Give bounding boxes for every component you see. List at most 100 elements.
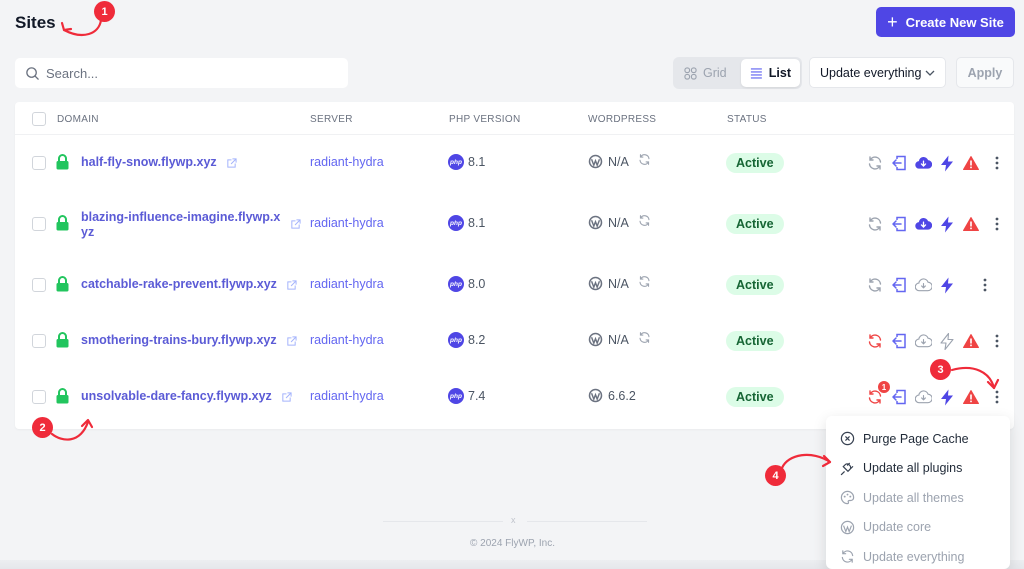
select-all-checkbox[interactable]	[32, 112, 46, 126]
magic-login-icon[interactable]	[890, 332, 908, 350]
more-actions-icon[interactable]	[990, 388, 1004, 406]
menu-item-purge-page-cache[interactable]: Purge Page Cache	[826, 424, 1010, 454]
row-checkbox[interactable]	[32, 334, 46, 348]
refresh-wp-version-icon[interactable]	[638, 275, 651, 288]
backup-cloud-icon[interactable]	[914, 215, 932, 233]
cache-bolt-icon[interactable]	[938, 154, 956, 172]
view-grid-label: Grid	[703, 66, 727, 80]
magic-login-icon[interactable]	[890, 276, 908, 294]
server-link[interactable]: radiant-hydra	[310, 216, 384, 230]
cache-bolt-icon[interactable]	[938, 276, 956, 294]
wordpress-icon	[588, 332, 603, 347]
footer-copyright: © 2024 FlyWP, Inc.	[470, 538, 555, 549]
menu-item-update-all-plugins[interactable]: Update all plugins	[826, 454, 1010, 484]
sync-count-badge: 1	[878, 381, 890, 393]
wordpress-version: N/A	[588, 215, 651, 230]
annotation-arrow-3	[950, 366, 1000, 390]
warning-icon[interactable]	[962, 388, 980, 406]
server-link[interactable]: radiant-hydra	[310, 389, 384, 403]
external-link-icon[interactable]	[281, 390, 292, 408]
table-row: smothering-trains-bury.flywp.xyz radiant…	[15, 313, 1014, 369]
backup-cloud-outline-icon[interactable]	[914, 388, 932, 406]
wordpress-version-value: N/A	[608, 154, 629, 169]
row-checkbox[interactable]	[32, 278, 46, 292]
refresh-wp-version-icon[interactable]	[638, 331, 651, 344]
refresh-wp-version-icon[interactable]	[638, 153, 651, 166]
wordpress-version: N/A	[588, 276, 651, 291]
menu-item-update-all-themes[interactable]: Update all themes	[826, 483, 1010, 513]
php-version: php 7.4	[448, 388, 485, 404]
list-icon	[750, 67, 762, 79]
wordpress-icon	[588, 154, 603, 169]
menu-item-update-core[interactable]: Update core	[826, 513, 1010, 543]
footer-separator: x	[511, 515, 516, 525]
external-link-icon[interactable]	[286, 334, 297, 352]
external-link-icon[interactable]	[290, 217, 301, 235]
magic-login-icon[interactable]	[890, 215, 908, 233]
php-icon: php	[448, 154, 464, 170]
apply-button[interactable]: Apply	[956, 57, 1014, 88]
sync-icon[interactable]	[866, 276, 884, 294]
php-icon: php	[448, 276, 464, 292]
search-box[interactable]	[15, 58, 348, 88]
warning-icon[interactable]	[962, 215, 980, 233]
search-input[interactable]	[46, 65, 326, 81]
more-actions-icon[interactable]	[990, 332, 1004, 350]
external-link-icon[interactable]	[226, 156, 237, 174]
create-new-site-button[interactable]: + Create New Site	[876, 7, 1015, 37]
sync-icon[interactable]: 1	[866, 381, 890, 406]
ssl-lock-icon	[56, 154, 69, 175]
site-domain-link[interactable]: smothering-trains-bury.flywp.xyz	[81, 333, 277, 348]
php-version: php 8.0	[448, 276, 485, 292]
cache-bolt-icon[interactable]	[938, 388, 956, 406]
backup-cloud-outline-icon[interactable]	[914, 276, 932, 294]
wordpress-version-value: N/A	[608, 332, 629, 347]
php-version: php 8.1	[448, 215, 485, 231]
sync-icon[interactable]	[866, 154, 884, 172]
menu-item-label: Update everything	[863, 549, 965, 564]
backup-cloud-outline-icon[interactable]	[914, 332, 932, 350]
view-list-button[interactable]: List	[741, 59, 800, 87]
row-actions: 1	[866, 381, 980, 406]
refresh-wp-version-icon[interactable]	[638, 214, 651, 227]
sync-icon[interactable]	[866, 215, 884, 233]
view-list-label: List	[768, 66, 791, 80]
server-link[interactable]: radiant-hydra	[310, 333, 384, 347]
site-domain-link[interactable]: catchable-rake-prevent.flywp.xyz	[81, 277, 277, 292]
footer-divider	[527, 521, 647, 522]
server-link[interactable]: radiant-hydra	[310, 155, 384, 169]
cache-bolt-outline-icon[interactable]	[938, 332, 956, 350]
more-actions-icon[interactable]	[978, 276, 992, 294]
site-domain-link[interactable]: blazing-influence-imagine.flywp.xyz	[81, 210, 286, 240]
table-row: catchable-rake-prevent.flywp.xyz radiant…	[15, 257, 1014, 313]
magic-login-icon[interactable]	[890, 154, 908, 172]
cache-bolt-icon[interactable]	[938, 215, 956, 233]
column-status: STATUS	[727, 114, 767, 125]
row-checkbox[interactable]	[32, 217, 46, 231]
view-grid-button[interactable]: Grid	[675, 59, 741, 87]
external-link-icon[interactable]	[286, 278, 297, 296]
column-server: SERVER	[310, 114, 353, 125]
sync-icon[interactable]	[866, 332, 884, 350]
menu-item-update-everything[interactable]: Update everything	[826, 542, 1010, 569]
row-actions	[866, 276, 956, 294]
site-domain-link[interactable]: half-fly-snow.flywp.xyz	[81, 155, 217, 170]
warning-icon[interactable]	[962, 332, 980, 350]
more-actions-icon[interactable]	[990, 154, 1004, 172]
php-version-value: 7.4	[468, 389, 486, 403]
bulk-action-select[interactable]: Update everything	[809, 57, 946, 88]
row-checkbox[interactable]	[32, 390, 46, 404]
wordpress-version-value: N/A	[608, 215, 629, 230]
warning-icon[interactable]	[962, 154, 980, 172]
more-actions-icon[interactable]	[990, 215, 1004, 233]
row-actions	[866, 154, 980, 172]
magic-login-icon[interactable]	[890, 388, 908, 406]
php-version-value: 8.2	[468, 333, 486, 347]
row-checkbox[interactable]	[32, 156, 46, 170]
server-link[interactable]: radiant-hydra	[310, 277, 384, 291]
search-icon	[26, 66, 39, 80]
palette-icon	[840, 491, 855, 505]
backup-cloud-icon[interactable]	[914, 154, 932, 172]
wordpress-icon	[588, 388, 603, 403]
site-domain-link[interactable]: unsolvable-dare-fancy.flywp.xyz	[81, 389, 272, 404]
